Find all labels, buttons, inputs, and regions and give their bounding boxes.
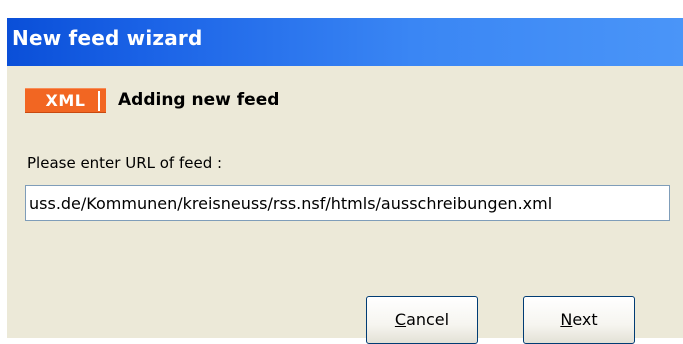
- cancel-label-rest: ancel: [406, 310, 450, 329]
- cancel-mnemonic: C: [394, 310, 407, 329]
- new-feed-wizard-dialog: New feed wizard XML Adding new feed Plea…: [7, 18, 683, 344]
- window-title: New feed wizard: [12, 26, 203, 50]
- next-mnemonic: N: [560, 310, 573, 329]
- cancel-button[interactable]: Cancel: [366, 296, 478, 344]
- feed-url-input[interactable]: [25, 185, 670, 221]
- xml-feed-icon: XML: [25, 88, 106, 113]
- wizard-heading: Adding new feed: [118, 90, 280, 110]
- screen: New feed wizard XML Adding new feed Plea…: [0, 0, 683, 344]
- xml-badge-label: XML: [45, 91, 86, 110]
- title-bar[interactable]: New feed wizard: [7, 18, 683, 66]
- next-button[interactable]: Next: [523, 296, 635, 344]
- url-prompt-label: Please enter URL of feed :: [27, 154, 223, 172]
- next-label-rest: ext: [572, 310, 598, 329]
